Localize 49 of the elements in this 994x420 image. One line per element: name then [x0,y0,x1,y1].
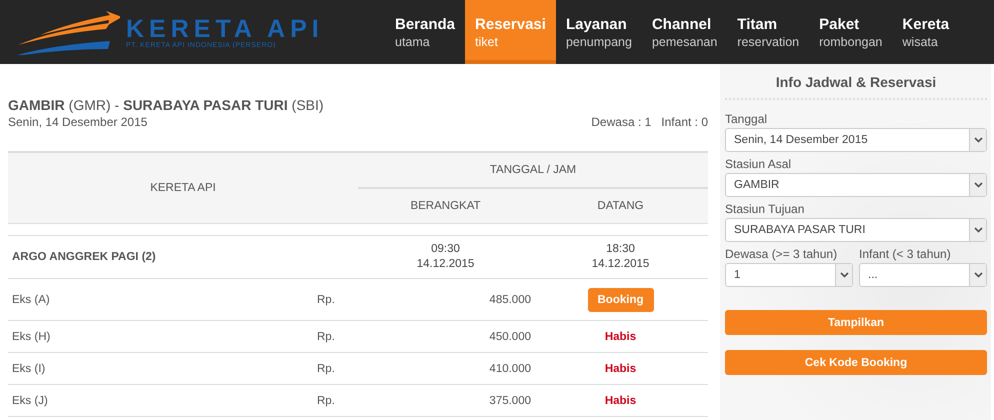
field-label: Dewasa (>= 3 tahun) [725,247,838,261]
caret-icon [840,272,848,278]
nav-tab[interactable]: Beranda utama [385,0,466,64]
price-cell: 485.000 [400,279,533,320]
travel-date: Senin, 14 Desember 2015 [8,115,148,129]
panel-title: Info Jadwal & Reservasi [725,74,987,100]
sold-out-label: Habis [604,362,636,374]
field-label: Tanggal [725,112,768,126]
adult-count: Dewasa : 1 [591,115,652,129]
field-label: Stasiun Tujuan [725,202,806,216]
sold-out-label: Habis [604,330,636,342]
caret-icon [974,137,982,143]
caret-icon [974,272,982,278]
field-label: Infant (< 3 tahun) [859,247,952,261]
column-header: KERETA API [8,152,358,224]
column-header: BERANGKAT [358,188,533,224]
arrival-cell: 18:30 14.12.2015 [533,236,708,278]
nav-tab[interactable]: Layanan penumpang [556,0,642,64]
field-label: Stasiun Asal [725,157,792,171]
currency-cell: Rp. [316,352,400,384]
currency-cell: Rp. [316,320,400,352]
infant-count: Infant : 0 [661,115,708,129]
column-group-header: TANGGAL / JAM [358,152,708,188]
sold-out-label: Habis [604,394,636,406]
class-cell: Eks (I) [8,352,316,384]
brand-name: KERETA API [126,16,324,42]
price-cell: 450.000 [400,320,533,352]
currency-cell: Rp. [316,279,400,320]
currency-cell: Rp. [316,384,400,416]
nav-tab[interactable]: Paket rombongan [809,0,892,64]
train-name: ARGO ANGGREK PAGI (2) [8,236,358,278]
nav-tab[interactable]: Kereta wisata [892,0,962,64]
select-field[interactable]: GAMBIR [725,173,987,197]
class-cell: Eks (A) [8,279,316,320]
nav-tab[interactable]: Titam reservation [727,0,810,64]
nav-tab[interactable]: Channel pemesanan [642,0,728,64]
departure-cell: 09:30 14.12.2015 [358,236,533,278]
select-field[interactable]: ... [859,263,987,287]
class-cell: Eks (H) [8,320,316,352]
column-header: DATANG [533,188,708,224]
caret-icon [974,227,982,233]
price-cell: 410.000 [400,352,533,384]
route-heading: GAMBIR (GMR) - SURABAYA PASAR TURI (SBI) [8,97,325,113]
class-cell: Eks (J) [8,384,316,416]
select-field[interactable]: Senin, 14 Desember 2015 [725,128,987,152]
select-field[interactable]: 1 [725,263,853,287]
select-field[interactable]: SURABAYA PASAR TURI [725,218,987,242]
caret-icon [974,182,982,188]
price-cell: 375.000 [400,384,533,416]
